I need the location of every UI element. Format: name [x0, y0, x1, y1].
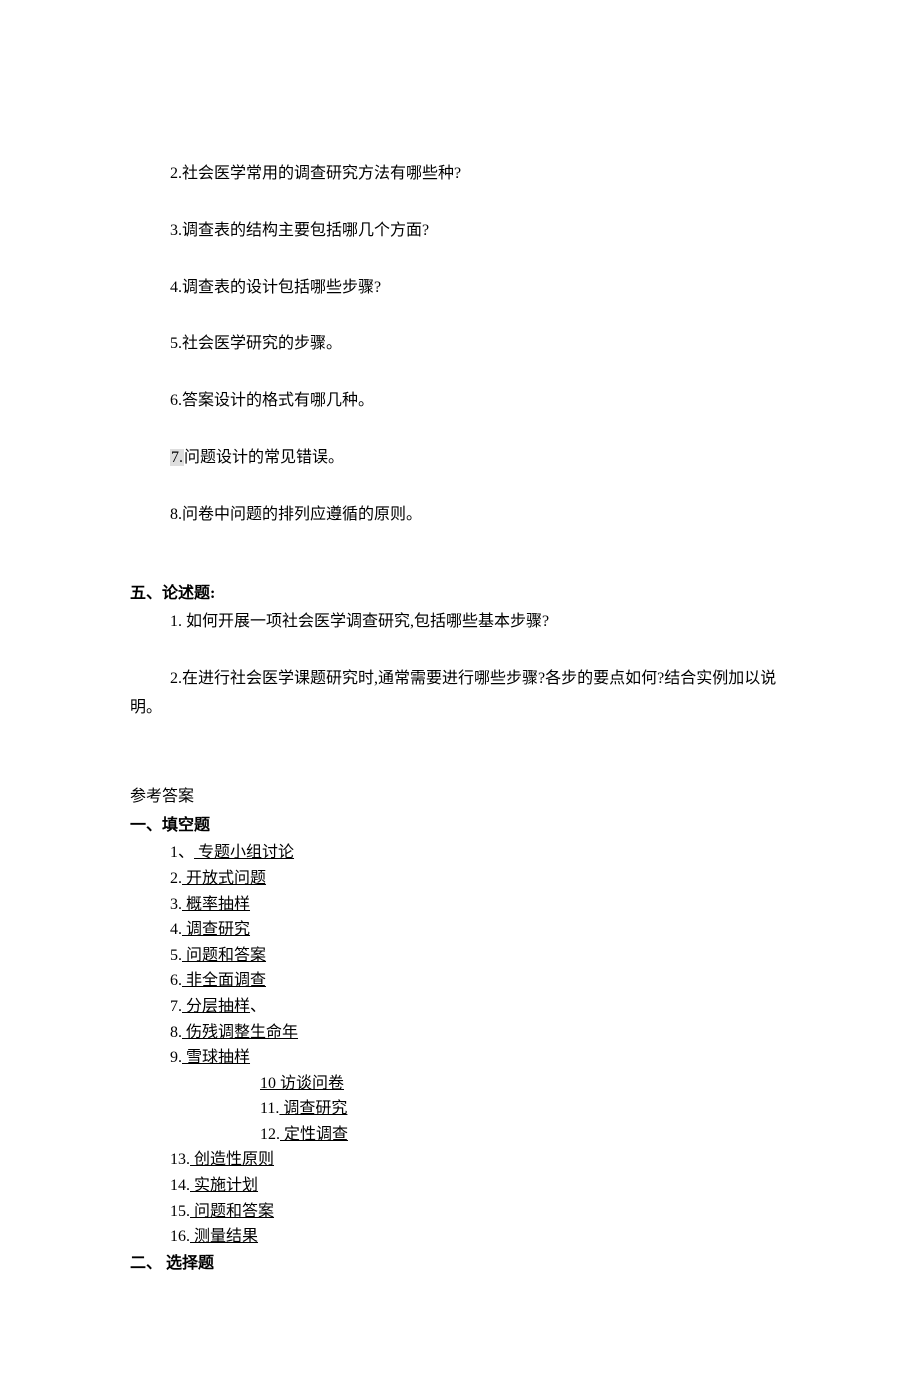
fill-16-num: 16.: [170, 1224, 190, 1250]
fill-answer-2: 2. 开放式问题: [170, 866, 790, 892]
question-6: 6.答案设计的格式有哪几种。: [130, 387, 790, 416]
question-4: 4.调查表的设计包括哪些步骤?: [130, 274, 790, 303]
fill-answer-10: 10 访谈问卷: [260, 1071, 790, 1097]
section-5-header: 五、论述题:: [130, 580, 790, 609]
fill-5-answer: 问题和答案: [182, 947, 266, 964]
essay-q1-text: 1. 如何开展一项社会医学调查研究,包括哪些基本步骤?: [170, 613, 549, 630]
question-4-text: 4.调查表的设计包括哪些步骤?: [170, 279, 381, 296]
fill-14-num: 14.: [170, 1173, 190, 1199]
fill-3-num: 3.: [170, 892, 182, 918]
fill-6-num: 6.: [170, 968, 182, 994]
fill-answer-13: 13. 创造性原则: [170, 1147, 790, 1173]
fill-13-num: 13.: [170, 1147, 190, 1173]
fill-2-answer: 开放式问题: [182, 870, 266, 887]
fill-7-num: 7.: [170, 994, 182, 1020]
fill-answer-8: 8. 伤残调整生命年: [170, 1020, 790, 1046]
fill-answer-16: 16. 测量结果: [170, 1224, 790, 1250]
fill-answer-14: 14. 实施计划: [170, 1173, 790, 1199]
fill-14-answer: 实施计划: [190, 1177, 258, 1194]
fill-10-all: 10 访谈问卷: [260, 1075, 344, 1092]
fill-answer-5: 5. 问题和答案: [170, 943, 790, 969]
fill-7-answer: 分层抽样: [182, 998, 250, 1015]
question-5: 5.社会医学研究的步骤。: [130, 330, 790, 359]
fill-8-num: 8.: [170, 1020, 182, 1046]
fill-11-answer: 调查研究: [279, 1100, 347, 1117]
fill-answer-12: 12. 定性调查: [260, 1122, 790, 1148]
fill-7-suffix: 、: [250, 998, 266, 1015]
fill-answer-15: 15. 问题和答案: [170, 1199, 790, 1225]
question-8-text: 8.问卷中问题的排列应遵循的原则。: [170, 506, 422, 523]
fill-1-num: 1、: [170, 840, 194, 866]
fill-answer-4: 4. 调查研究: [170, 917, 790, 943]
choice-header: 二、 选择题: [130, 1250, 790, 1279]
fill-5-num: 5.: [170, 943, 182, 969]
fill-15-num: 15.: [170, 1199, 190, 1225]
fill-9-answer: 雪球抽样: [182, 1049, 250, 1066]
fill-9-num: 9.: [170, 1045, 182, 1071]
fill-answer-7: 7. 分层抽样、: [170, 994, 790, 1020]
fill-3-answer: 概率抽样: [182, 896, 250, 913]
fill-answer-1: 1、 专题小组讨论: [170, 840, 790, 866]
question-2-text: 2.社会医学常用的调查研究方法有哪些种?: [170, 165, 461, 182]
question-3: 3.调查表的结构主要包括哪几个方面?: [130, 217, 790, 246]
fill-16-answer: 测量结果: [190, 1228, 258, 1245]
answers-label: 参考答案: [130, 783, 790, 812]
fill-answer-3: 3. 概率抽样: [170, 892, 790, 918]
question-7-text: 问题设计的常见错误。: [184, 449, 344, 466]
question-7: 7.问题设计的常见错误。: [130, 444, 790, 473]
fill-blank-header: 一、填空题: [130, 812, 790, 841]
fill-15-answer: 问题和答案: [190, 1203, 274, 1220]
fill-12-num: 12.: [260, 1122, 280, 1148]
essay-question-2: 2.在进行社会医学课题研究时,通常需要进行哪些步骤?各步的要点如何?结合实例加以…: [130, 665, 790, 723]
fill-2-num: 2.: [170, 866, 182, 892]
question-6-text: 6.答案设计的格式有哪几种。: [170, 392, 374, 409]
question-5-text: 5.社会医学研究的步骤。: [170, 335, 342, 352]
fill-12-answer: 定性调查: [280, 1126, 348, 1143]
question-2: 2.社会医学常用的调查研究方法有哪些种?: [130, 160, 790, 189]
fill-6-answer: 非全面调查: [182, 972, 266, 989]
fill-4-num: 4.: [170, 917, 182, 943]
fill-answer-6: 6. 非全面调查: [170, 968, 790, 994]
question-7-num: 7.: [170, 449, 184, 466]
fill-1-answer: 专题小组讨论: [194, 844, 294, 861]
fill-8-answer: 伤残调整生命年: [182, 1024, 298, 1041]
fill-13-answer: 创造性原则: [190, 1151, 274, 1168]
fill-blank-list: 1、 专题小组讨论 2. 开放式问题 3. 概率抽样 4. 调查研究 5. 问题…: [130, 840, 790, 1250]
essay-question-1: 1. 如何开展一项社会医学调查研究,包括哪些基本步骤?: [130, 608, 790, 637]
fill-11-num: 11.: [260, 1096, 279, 1122]
essay-q2-text: 2.在进行社会医学课题研究时,通常需要进行哪些步骤?各步的要点如何?结合实例加以…: [130, 670, 776, 716]
question-8: 8.问卷中问题的排列应遵循的原则。: [130, 501, 790, 530]
fill-answer-9: 9. 雪球抽样: [170, 1045, 790, 1071]
question-3-text: 3.调查表的结构主要包括哪几个方面?: [170, 222, 429, 239]
fill-answer-11: 11. 调查研究: [260, 1096, 790, 1122]
fill-4-answer: 调查研究: [182, 921, 250, 938]
